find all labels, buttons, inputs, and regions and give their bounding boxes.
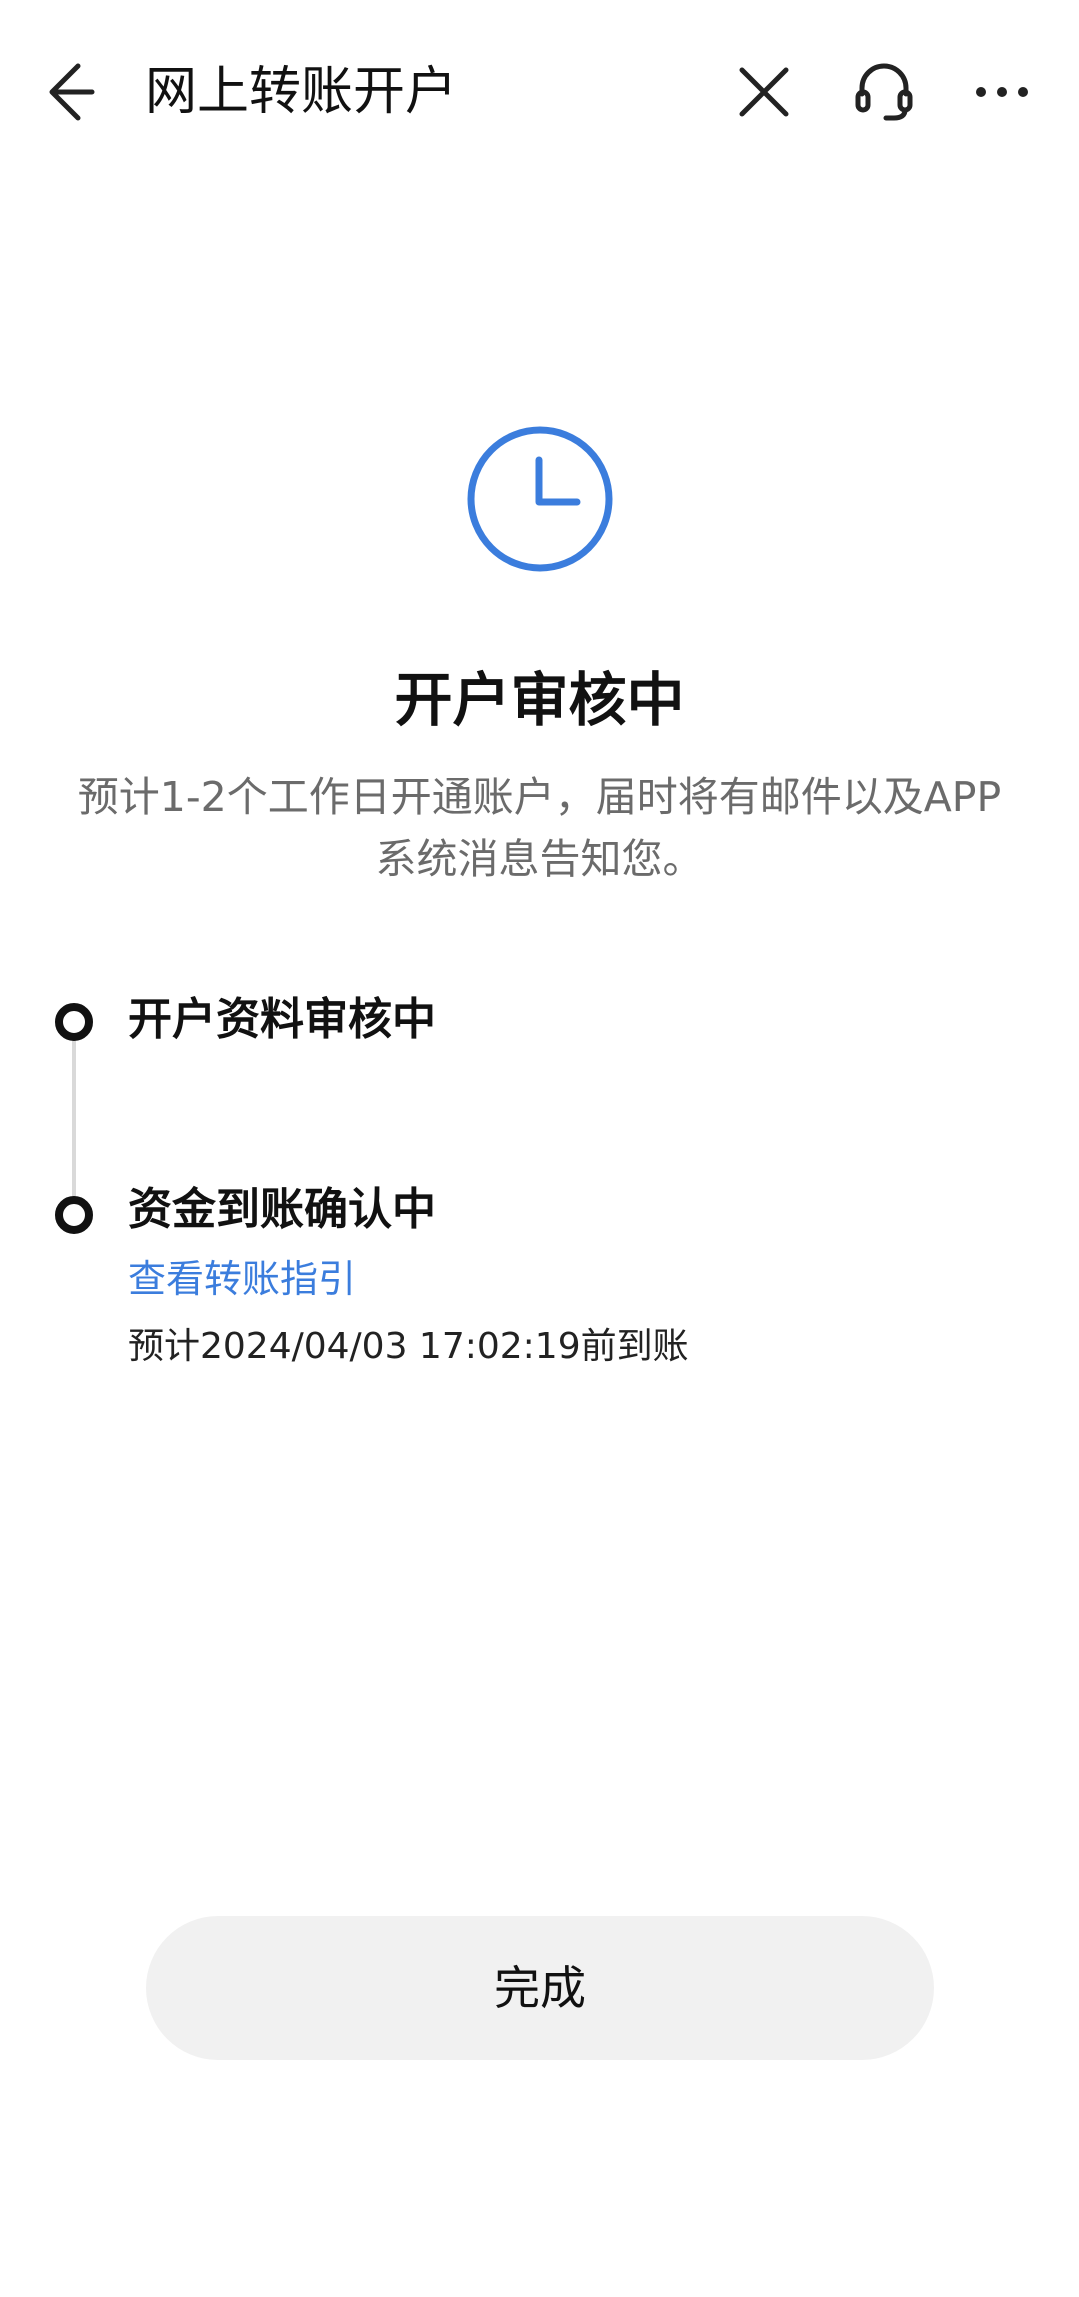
done-button[interactable]: 完成 <box>146 1916 934 2060</box>
customer-service-button[interactable] <box>850 58 918 126</box>
close-icon <box>739 67 789 117</box>
timeline-step-1-title: 开户资料审核中 <box>128 994 436 1045</box>
arrival-eta: 预计2024/04/03 17:02:19前到账 <box>128 1326 689 1367</box>
close-button[interactable] <box>730 58 798 126</box>
timeline-step-2-title: 资金到账确认中 <box>128 1184 436 1235</box>
top-bar: 网上转账开户 <box>0 0 1079 180</box>
timeline-step-1-dot <box>55 1003 93 1041</box>
arrow-left-icon <box>49 63 95 121</box>
timeline-connector <box>72 1030 76 1210</box>
status-title: 开户审核中 <box>394 666 685 734</box>
more-horizontal-icon <box>976 87 1028 97</box>
clock-icon <box>465 424 615 574</box>
timeline-step-2-dot <box>55 1196 93 1234</box>
more-button[interactable] <box>968 58 1036 126</box>
status-description: 预计1-2个工作日开通账户，届时将有邮件以及APP系统消息告知您。 <box>77 773 1002 883</box>
back-button[interactable] <box>44 58 112 126</box>
transfer-guide-link[interactable]: 查看转账指引 <box>128 1252 356 1306</box>
headset-icon <box>855 63 913 121</box>
page-title: 网上转账开户 <box>145 62 458 122</box>
